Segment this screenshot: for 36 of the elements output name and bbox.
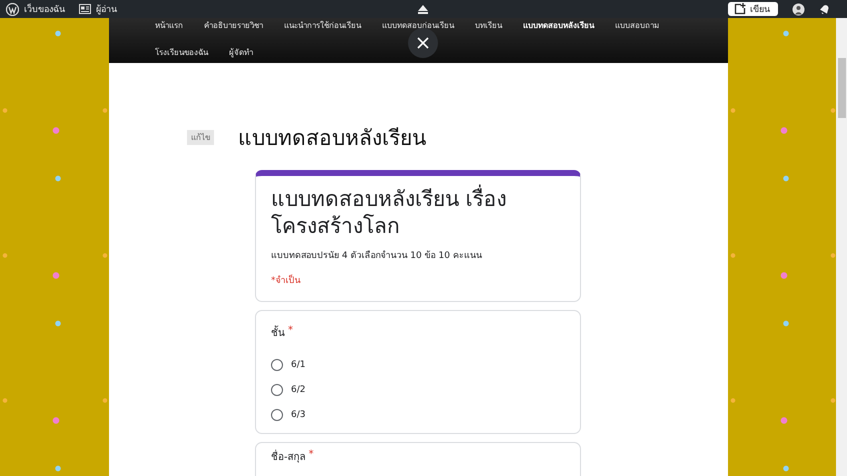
avatar-icon[interactable] (792, 2, 805, 16)
nav-link[interactable]: ผู้จัดทำ (229, 39, 253, 66)
nav-link[interactable]: คำอธิบายรายวิชา (204, 18, 263, 39)
nav-link[interactable]: โรงเรียนของฉัน (155, 39, 208, 66)
nav-link[interactable]: แนะนำการใช้ก่อนเรียน (284, 18, 361, 39)
required-mark: * (308, 449, 314, 462)
required-mark: * (288, 325, 293, 338)
form-title: แบบทดสอบหลังเรียน เรื่อง โครงสร้างโลก (271, 186, 521, 240)
my-site-link[interactable]: เว็บของฉัน (24, 2, 65, 16)
scrollbar-thumb[interactable] (838, 58, 846, 118)
question-label: ชื่อ-สกุล (271, 449, 306, 464)
required-note: *จำเป็น (271, 274, 302, 287)
nav-link[interactable]: แบบทดสอบก่อนเรียน (382, 18, 454, 39)
page-title: แบบทดสอบหลังเรียน (238, 125, 426, 152)
reader-link[interactable]: ผู้อ่าน (96, 2, 117, 16)
close-menu-button[interactable] (408, 28, 438, 58)
new-post-icon (734, 3, 746, 15)
close-icon (417, 37, 429, 49)
option-label: 6/3 (291, 410, 306, 420)
radio-button[interactable] (271, 384, 283, 396)
nav-link[interactable]: แบบสอบถาม (615, 18, 659, 39)
nav-link[interactable]: หน้าแรก (155, 18, 183, 39)
bell-icon[interactable] (819, 3, 831, 15)
radio-button[interactable] (271, 408, 283, 420)
question-label: ชั้น (271, 325, 285, 340)
write-button[interactable]: เขียน (728, 2, 778, 16)
option-label: 6/2 (291, 384, 306, 394)
option-label: 6/1 (291, 360, 306, 370)
radio-button[interactable] (271, 358, 283, 370)
nav-link[interactable]: บทเรียน (475, 18, 502, 39)
wordpress-logo-icon (6, 2, 19, 16)
nav-link[interactable]: แบบทดสอบหลังเรียน (523, 18, 594, 39)
reader-icon (79, 4, 91, 14)
form-description: แบบทดสอบปรนัย 4 ตัวเลือกจำนวน 10 ข้อ 10 คะแนน (271, 250, 483, 262)
edit-link[interactable]: แก้ไข (187, 130, 214, 145)
collapse-toolbar-icon[interactable] (417, 4, 429, 14)
